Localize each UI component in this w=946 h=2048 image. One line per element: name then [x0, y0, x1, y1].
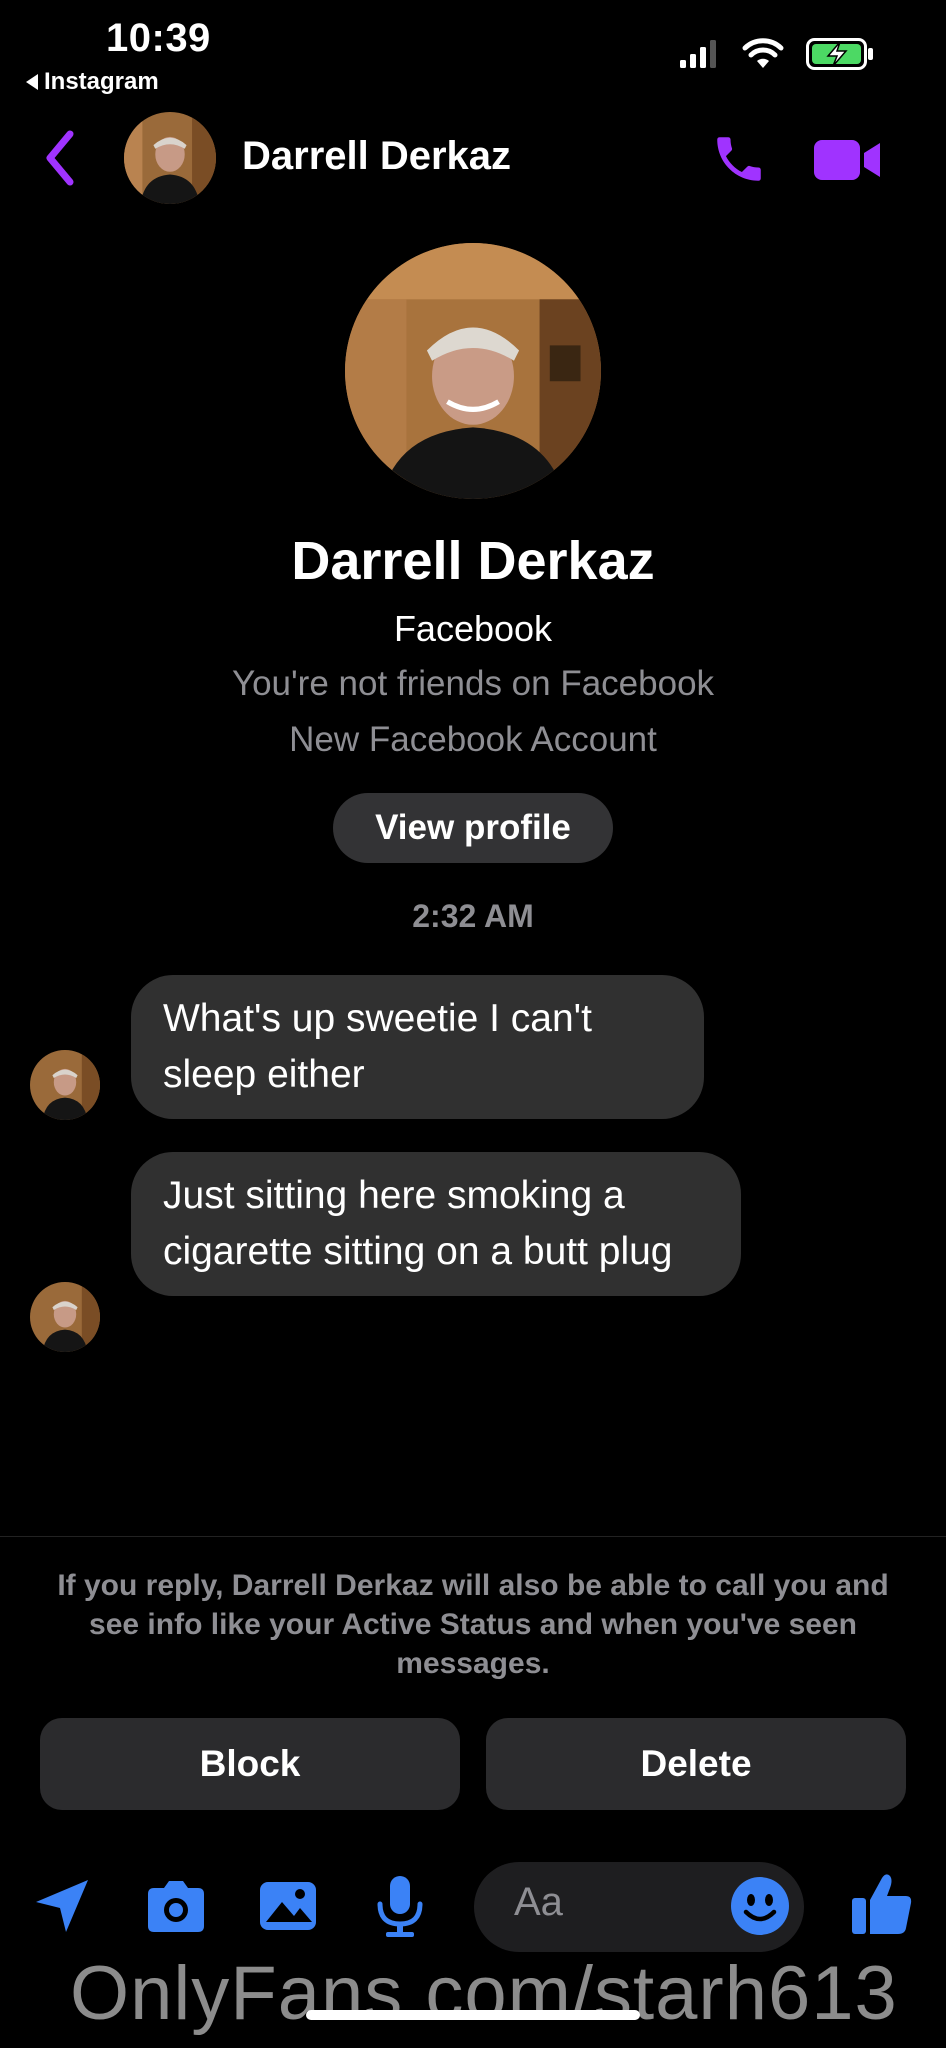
account-note: New Facebook Account — [289, 720, 657, 759]
camera-icon[interactable] — [144, 1874, 208, 1938]
home-indicator[interactable] — [306, 2010, 640, 2020]
reply-notice: If you reply, Darrell Derkaz will also b… — [57, 1569, 889, 1680]
emoji-icon[interactable] — [730, 1876, 790, 1936]
profile-name: Darrell Derkaz — [291, 531, 655, 591]
watermark: OnlyFans.com/starh613 — [70, 1951, 898, 2036]
profile-avatar[interactable] — [345, 243, 601, 499]
delete-button[interactable]: Delete — [486, 1718, 906, 1810]
view-profile-button[interactable]: View profile — [333, 793, 613, 863]
message-input-placeholder: Aa — [514, 1880, 563, 1924]
wifi-icon — [742, 38, 784, 68]
back-chevron-icon[interactable] — [40, 128, 80, 188]
phone-icon[interactable] — [710, 130, 768, 188]
location-arrow-icon[interactable] — [30, 1874, 94, 1938]
microphone-icon[interactable] — [368, 1874, 432, 1938]
status-time: 10:39 — [106, 16, 211, 60]
signal-icon — [680, 40, 716, 68]
contact-name-header[interactable]: Darrell Derkaz — [242, 134, 511, 179]
message-bubble[interactable]: Just sitting here smoking a cigarette si… — [131, 1152, 741, 1296]
avatar-photo — [30, 1050, 100, 1120]
friend-status: You're not friends on Facebook — [231, 664, 715, 703]
video-camera-icon[interactable] — [814, 136, 882, 184]
block-button[interactable]: Block — [40, 1718, 460, 1810]
message-avatar[interactable] — [30, 1282, 100, 1352]
message-bubble[interactable]: What's up sweetie I can't sleep either — [131, 975, 704, 1119]
profile-source: Facebook — [393, 608, 553, 649]
back-to-app-link[interactable]: Instagram — [26, 68, 159, 96]
divider — [0, 1536, 946, 1537]
gallery-icon[interactable] — [256, 1874, 320, 1938]
contact-avatar[interactable] — [124, 112, 216, 204]
thumbs-up-icon[interactable] — [850, 1870, 914, 1936]
avatar-photo — [124, 112, 216, 204]
back-app-label: Instagram — [44, 68, 159, 95]
message-timestamp: 2:32 AM — [412, 898, 534, 934]
battery-icon — [806, 38, 873, 70]
back-triangle-icon — [26, 74, 38, 90]
avatar-photo — [30, 1282, 100, 1352]
message-avatar[interactable] — [30, 1050, 100, 1120]
profile-photo — [345, 243, 601, 499]
